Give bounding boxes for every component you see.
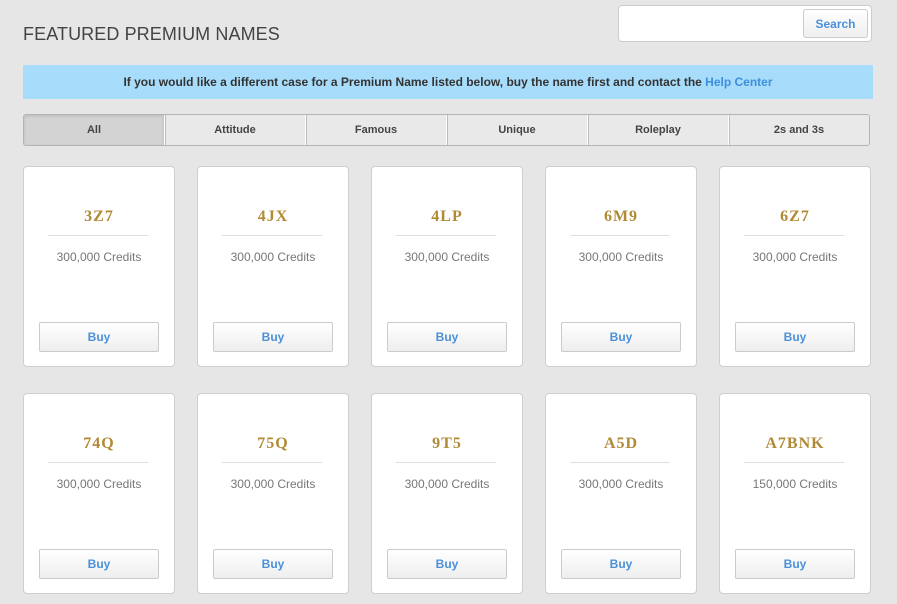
divider	[222, 462, 322, 463]
price: 300,000 Credits	[404, 477, 490, 491]
buy-button[interactable]: Buy	[561, 322, 681, 352]
name-card: A5D 300,000 Credits Buy	[545, 393, 697, 594]
help-center-link[interactable]: Help Center	[705, 75, 772, 89]
notice-text: If you would like a different case for a…	[123, 75, 706, 89]
premium-name: A5D	[603, 435, 639, 452]
tab-unique[interactable]: Unique	[446, 115, 587, 145]
premium-name: 6M9	[603, 208, 639, 225]
premium-name: 4JX	[257, 208, 289, 225]
price: 300,000 Credits	[578, 477, 664, 491]
premium-name: 4LP	[431, 208, 463, 225]
divider	[570, 235, 670, 236]
divider	[744, 462, 844, 463]
buy-button[interactable]: Buy	[735, 549, 855, 579]
name-card: 6Z7 300,000 Credits Buy	[719, 166, 871, 367]
premium-name: 6Z7	[780, 208, 810, 225]
price: 300,000 Credits	[230, 250, 316, 264]
buy-button[interactable]: Buy	[735, 322, 855, 352]
search-box: Search	[618, 5, 872, 42]
name-card: 4LP 300,000 Credits Buy	[371, 166, 523, 367]
divider	[48, 462, 148, 463]
tab-all[interactable]: All	[24, 115, 164, 145]
price: 300,000 Credits	[404, 250, 490, 264]
premium-name: A7BNK	[765, 435, 825, 452]
price: 300,000 Credits	[56, 250, 142, 264]
divider	[570, 462, 670, 463]
buy-button[interactable]: Buy	[39, 322, 159, 352]
buy-button[interactable]: Buy	[387, 322, 507, 352]
name-card: 74Q 300,000 Credits Buy	[23, 393, 175, 594]
tab-2s-and-3s[interactable]: 2s and 3s	[728, 115, 869, 145]
name-card: 6M9 300,000 Credits Buy	[545, 166, 697, 367]
search-button[interactable]: Search	[803, 9, 868, 38]
divider	[48, 235, 148, 236]
buy-button[interactable]: Buy	[387, 549, 507, 579]
premium-name: 75Q	[257, 435, 289, 452]
premium-name: 9T5	[432, 435, 462, 452]
divider	[744, 235, 844, 236]
divider	[222, 235, 322, 236]
category-tabs: All Attitude Famous Unique Roleplay 2s a…	[23, 114, 870, 146]
premium-name: 3Z7	[84, 208, 114, 225]
name-card: 9T5 300,000 Credits Buy	[371, 393, 523, 594]
divider	[396, 462, 496, 463]
price: 300,000 Credits	[752, 250, 838, 264]
premium-name: 74Q	[83, 435, 115, 452]
tab-attitude[interactable]: Attitude	[164, 115, 305, 145]
name-card: A7BNK 150,000 Credits Buy	[719, 393, 871, 594]
name-card: 75Q 300,000 Credits Buy	[197, 393, 349, 594]
tab-famous[interactable]: Famous	[305, 115, 446, 145]
premium-names-grid: 3Z7 300,000 Credits Buy 4JX 300,000 Cred…	[23, 166, 871, 594]
divider	[396, 235, 496, 236]
price: 300,000 Credits	[230, 477, 316, 491]
price: 150,000 Credits	[752, 477, 838, 491]
price: 300,000 Credits	[56, 477, 142, 491]
buy-button[interactable]: Buy	[561, 549, 681, 579]
name-card: 3Z7 300,000 Credits Buy	[23, 166, 175, 367]
search-input[interactable]	[621, 10, 805, 39]
buy-button[interactable]: Buy	[213, 322, 333, 352]
buy-button[interactable]: Buy	[213, 549, 333, 579]
notice-banner: If you would like a different case for a…	[23, 65, 873, 99]
price: 300,000 Credits	[578, 250, 664, 264]
tab-roleplay[interactable]: Roleplay	[587, 115, 728, 145]
name-card: 4JX 300,000 Credits Buy	[197, 166, 349, 367]
buy-button[interactable]: Buy	[39, 549, 159, 579]
page-title: FEATURED PREMIUM NAMES	[23, 24, 280, 44]
